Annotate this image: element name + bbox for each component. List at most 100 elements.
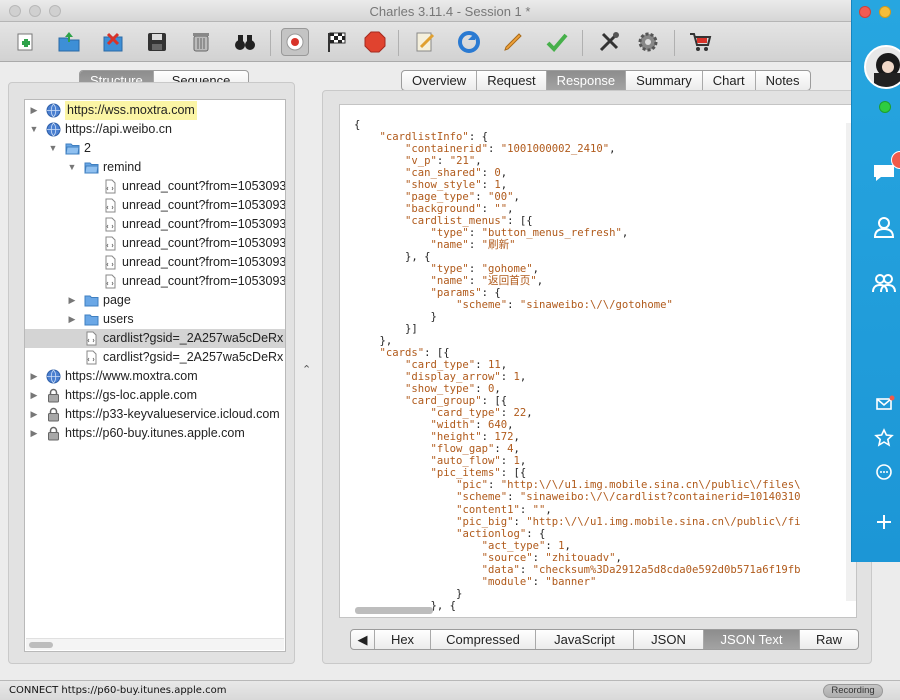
disclosure-collapsed-icon[interactable]: ▶ <box>67 291 77 310</box>
tree-row[interactable]: ▼ remind <box>25 158 285 177</box>
tree-row-label: unread_count?from=1053093 <box>122 236 286 250</box>
json-viewer[interactable]: { "cardlistInfo": { "containerid": "1001… <box>339 104 857 618</box>
tree-row-label: unread_count?from=1053093 <box>122 274 286 288</box>
tree-horizontal-scrollbar[interactable] <box>26 638 284 650</box>
window-title: Charles 3.11.4 - Session 1 * <box>369 4 531 19</box>
tree-row[interactable]: ▶ https://gs-loc.apple.com <box>25 386 285 405</box>
tab-response[interactable]: Response <box>546 71 627 90</box>
splitter-handle[interactable]: ⌃ <box>302 363 311 376</box>
star-icon[interactable] <box>869 423 899 453</box>
format-tabs: ◀ Hex Compressed JavaScript JSON JSON Te… <box>350 629 859 650</box>
tree-row[interactable]: cardlist?gsid=_2A257wa5cDeRx <box>25 348 285 367</box>
tree-row[interactable]: unread_count?from=1053093 <box>25 234 285 253</box>
disclosure-expanded-icon[interactable]: ▼ <box>29 120 39 139</box>
edit-pencil-icon[interactable] <box>499 28 527 56</box>
tab-json[interactable]: JSON <box>634 630 704 649</box>
settings-gear-icon[interactable] <box>634 28 662 56</box>
globe-icon <box>46 122 61 137</box>
open-session-icon[interactable] <box>55 28 83 56</box>
add-icon[interactable] <box>869 507 899 537</box>
overlay-minimize-button[interactable] <box>879 6 891 18</box>
tools-icon[interactable] <box>595 28 623 56</box>
shopping-cart-icon[interactable] <box>686 28 714 56</box>
tree-row[interactable]: ▶ page <box>25 291 285 310</box>
tree-row[interactable]: cardlist?gsid=_2A257wa5cDeRx <box>25 329 285 348</box>
repeat-icon[interactable] <box>455 28 483 56</box>
tab-raw[interactable]: Raw <box>800 630 858 649</box>
disclosure-expanded-icon[interactable]: ▼ <box>48 139 58 158</box>
disclosure-collapsed-icon[interactable]: ▶ <box>29 101 39 120</box>
mail-icon[interactable] <box>869 389 899 419</box>
tree-row-label: https://api.weibo.cn <box>65 122 173 136</box>
globe-icon <box>46 369 61 384</box>
disclosure-collapsed-icon[interactable]: ▶ <box>29 367 39 386</box>
status-text: CONNECT https://p60-buy.itunes.apple.com <box>9 685 227 696</box>
disclosure-collapsed-icon[interactable]: ▶ <box>29 424 39 443</box>
tree-row-label: users <box>103 312 134 326</box>
detail-tabs: Overview Request Response Summary Chart … <box>401 70 811 91</box>
disclosure-collapsed-icon[interactable]: ▶ <box>29 386 39 405</box>
tree-row-label: unread_count?from=1053093 <box>122 255 286 269</box>
tab-chart[interactable]: Chart <box>703 71 756 90</box>
tab-notes[interactable]: Notes <box>756 71 810 90</box>
tree-row[interactable]: ▼ https://api.weibo.cn <box>25 120 285 139</box>
tree-row[interactable]: ▶ https://p60-buy.itunes.apple.com <box>25 424 285 443</box>
file-icon <box>103 179 118 194</box>
tree-row[interactable]: unread_count?from=1053093 <box>25 253 285 272</box>
tree-row[interactable]: unread_count?from=1053093 <box>25 196 285 215</box>
trash-icon[interactable] <box>187 28 215 56</box>
disclosure-collapsed-icon[interactable]: ▶ <box>67 310 77 329</box>
tree-row-label: unread_count?from=1053093 <box>122 198 286 212</box>
tree-row-label: unread_count?from=1053093 <box>122 179 286 193</box>
more-options-icon[interactable] <box>869 457 899 487</box>
tab-javascript[interactable]: JavaScript <box>536 630 634 649</box>
overlay-close-button[interactable] <box>859 6 871 18</box>
recording-badge[interactable]: Recording <box>823 684 883 698</box>
format-scroll-left-button[interactable]: ◀ <box>351 630 375 649</box>
disclosure-collapsed-icon[interactable]: ▶ <box>29 405 39 424</box>
tree-row[interactable]: ▶ https://wss.moxtra.com <box>25 101 285 120</box>
tree-row-label: 2 <box>84 141 91 155</box>
record-icon[interactable] <box>281 28 309 56</box>
tab-overview[interactable]: Overview <box>402 71 478 90</box>
scrollbar-thumb[interactable] <box>29 642 53 648</box>
chat-app-sidebar <box>851 0 900 562</box>
tree-row[interactable]: ▶ https://www.moxtra.com <box>25 367 285 386</box>
tab-compressed[interactable]: Compressed <box>431 630 536 649</box>
tab-hex[interactable]: Hex <box>375 630 431 649</box>
toolbar-separator <box>398 30 399 56</box>
tree-row[interactable]: unread_count?from=1053093 <box>25 177 285 196</box>
folder-open-icon <box>65 141 80 156</box>
tree-row-label: page <box>103 293 131 307</box>
tree-row-label: cardlist?gsid=_2A257wa5cDeRx <box>103 331 284 345</box>
contact-icon[interactable] <box>869 212 899 242</box>
validate-check-icon[interactable] <box>543 28 571 56</box>
tree-row-label: https://p33-keyvalueservice.icloud.com <box>65 407 280 421</box>
file-icon <box>103 255 118 270</box>
new-session-icon[interactable] <box>12 28 40 56</box>
save-icon[interactable] <box>143 28 171 56</box>
json-horizontal-scrollbar[interactable] <box>352 604 847 616</box>
group-icon[interactable] <box>869 268 899 298</box>
tab-request[interactable]: Request <box>477 71 547 90</box>
tree-row[interactable]: ▼ 2 <box>25 139 285 158</box>
tab-json-text[interactable]: JSON Text <box>704 630 800 649</box>
avatar[interactable] <box>864 45 900 89</box>
tree-row-label: cardlist?gsid=_2A257wa5cDeRx <box>103 350 284 364</box>
compose-icon[interactable] <box>411 28 439 56</box>
tree-row[interactable]: ▶ users <box>25 310 285 329</box>
breakpoint-stop-icon[interactable] <box>361 28 389 56</box>
structure-tree[interactable]: ▶ https://wss.moxtra.com ▼ https://api.weib… <box>24 99 286 652</box>
scrollbar-thumb[interactable] <box>355 607 433 614</box>
throttle-flag-icon[interactable] <box>323 28 351 56</box>
folder-open-icon <box>84 160 99 175</box>
tree-row[interactable]: unread_count?from=1053093 <box>25 215 285 234</box>
find-icon[interactable] <box>231 28 259 56</box>
status-bar: CONNECT https://p60-buy.itunes.apple.com… <box>0 680 900 700</box>
tree-row[interactable]: ▶ https://p33-keyvalueservice.icloud.com <box>25 405 285 424</box>
disclosure-expanded-icon[interactable]: ▼ <box>67 158 77 177</box>
close-session-icon[interactable] <box>99 28 127 56</box>
tree-row[interactable]: unread_count?from=1053093 <box>25 272 285 291</box>
file-icon <box>84 350 99 365</box>
tab-summary[interactable]: Summary <box>626 71 703 90</box>
